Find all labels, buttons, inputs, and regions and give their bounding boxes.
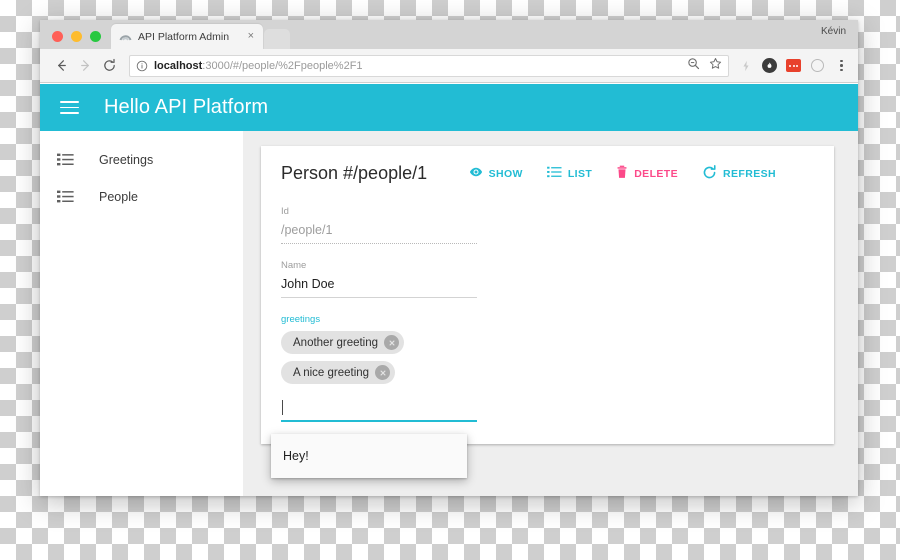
greetings-field[interactable]: greetings Another greeting A nice greeti… <box>281 314 477 422</box>
address-bar-actions <box>679 57 722 75</box>
greetings-input[interactable] <box>281 391 477 420</box>
lightning-icon[interactable] <box>738 58 753 73</box>
list-icon <box>546 166 562 181</box>
list-icon <box>57 190 74 203</box>
greeting-chip-label: Another greeting <box>293 336 379 349</box>
refresh-button-label: REFRESH <box>723 167 776 180</box>
refresh-button[interactable]: REFRESH <box>702 164 776 183</box>
eye-icon <box>469 165 483 182</box>
greeting-chip[interactable]: Another greeting <box>281 331 405 354</box>
browser-tabstrip: API Platform Admin × Kévin <box>40 20 858 49</box>
window-controls <box>40 31 111 49</box>
list-icon <box>57 153 74 166</box>
greetings-suggestions-dropdown[interactable]: Hey! <box>271 434 467 478</box>
trash-icon <box>616 165 628 182</box>
gray-ring-icon[interactable] <box>810 58 825 73</box>
address-bar[interactable]: localhost:3000/#/people/%2Fpeople%2F1 <box>129 54 729 77</box>
forward-arrow-icon[interactable] <box>73 54 97 78</box>
sidebar-item-label: People <box>99 189 138 204</box>
dark-circle-flame-icon[interactable] <box>762 58 777 73</box>
greetings-field-underline <box>281 420 477 422</box>
app-title: Hello API Platform <box>104 96 269 118</box>
list-button-label: LIST <box>567 167 593 180</box>
greeting-chip-label: A nice greeting <box>293 366 370 379</box>
chip-row: A nice greeting <box>281 361 477 391</box>
name-field[interactable]: Name John Doe <box>281 260 477 298</box>
browser-tab-title: API Platform Admin <box>138 30 230 43</box>
suggestion-item[interactable]: Hey! <box>271 441 467 471</box>
app-body: Greetings People Person #/people/1 SHOW … <box>40 131 858 496</box>
close-window-button[interactable] <box>52 31 63 42</box>
card-actions: SHOW LIST DELETE REFRESH <box>469 164 814 183</box>
text-caret <box>282 399 283 415</box>
show-button[interactable]: SHOW <box>469 165 523 182</box>
delete-button[interactable]: DELETE <box>616 165 678 182</box>
address-bar-url: localhost:3000/#/people/%2Fpeople%2F1 <box>154 60 363 72</box>
card-header: Person #/people/1 SHOW LIST DELETE REFRE… <box>281 163 814 184</box>
maximize-window-button[interactable] <box>90 31 101 42</box>
content-area: Person #/people/1 SHOW LIST DELETE REFRE… <box>243 131 858 496</box>
id-field-label: Id <box>281 206 289 217</box>
star-icon[interactable] <box>709 57 722 75</box>
delete-button-label: DELETE <box>634 167 679 180</box>
info-circle-icon[interactable] <box>136 60 148 72</box>
browser-profile-name[interactable]: Kévin <box>821 26 846 37</box>
hamburger-menu-icon[interactable] <box>60 100 79 115</box>
greetings-field-label: greetings <box>281 314 321 325</box>
address-bar-path: :3000/#/people/%2Fpeople%2F1 <box>202 59 363 72</box>
kebab-menu-icon[interactable] <box>834 58 849 73</box>
page-title: Person #/people/1 <box>281 163 428 183</box>
rainbow-arc-icon <box>119 30 132 43</box>
refresh-icon <box>702 164 717 183</box>
id-field-value: /people/1 <box>281 223 333 237</box>
close-circle-icon[interactable] <box>375 365 391 380</box>
show-button-label: SHOW <box>488 167 523 180</box>
record-card: Person #/people/1 SHOW LIST DELETE REFRE… <box>261 146 834 478</box>
chip-row: Another greeting <box>281 331 477 361</box>
name-field-value: John Doe <box>281 277 335 291</box>
zoom-magnifier-icon[interactable] <box>687 57 700 75</box>
close-circle-icon[interactable] <box>384 335 400 350</box>
browser-window: API Platform Admin × Kévin localhost:300… <box>40 20 858 496</box>
id-field-underline <box>281 243 477 244</box>
address-bar-host: localhost <box>154 59 203 72</box>
sidebar-item-people[interactable]: People <box>40 178 243 215</box>
list-button[interactable]: LIST <box>546 166 593 181</box>
new-tab-stub[interactable] <box>264 29 290 49</box>
browser-toolbar: localhost:3000/#/people/%2Fpeople%2F1 <box>40 49 858 83</box>
red-square-icon[interactable] <box>786 58 801 73</box>
name-field-label: Name <box>281 260 307 271</box>
page-viewport: Hello API Platform Greetings People Pers… <box>40 84 858 496</box>
sidebar-item-greetings[interactable]: Greetings <box>40 141 243 178</box>
browser-tab[interactable]: API Platform Admin × <box>111 24 263 49</box>
minimize-window-button[interactable] <box>71 31 82 42</box>
id-field[interactable]: Id /people/1 <box>281 206 477 244</box>
name-field-underline <box>281 297 477 298</box>
sidebar: Greetings People <box>40 131 243 496</box>
greeting-chip[interactable]: A nice greeting <box>281 361 396 384</box>
app-header: Hello API Platform <box>40 84 858 131</box>
close-icon[interactable]: × <box>245 29 257 44</box>
sidebar-item-label: Greetings <box>99 152 154 167</box>
back-arrow-icon[interactable] <box>49 54 73 78</box>
browser-extensions <box>735 58 849 73</box>
reload-icon[interactable] <box>97 54 121 78</box>
